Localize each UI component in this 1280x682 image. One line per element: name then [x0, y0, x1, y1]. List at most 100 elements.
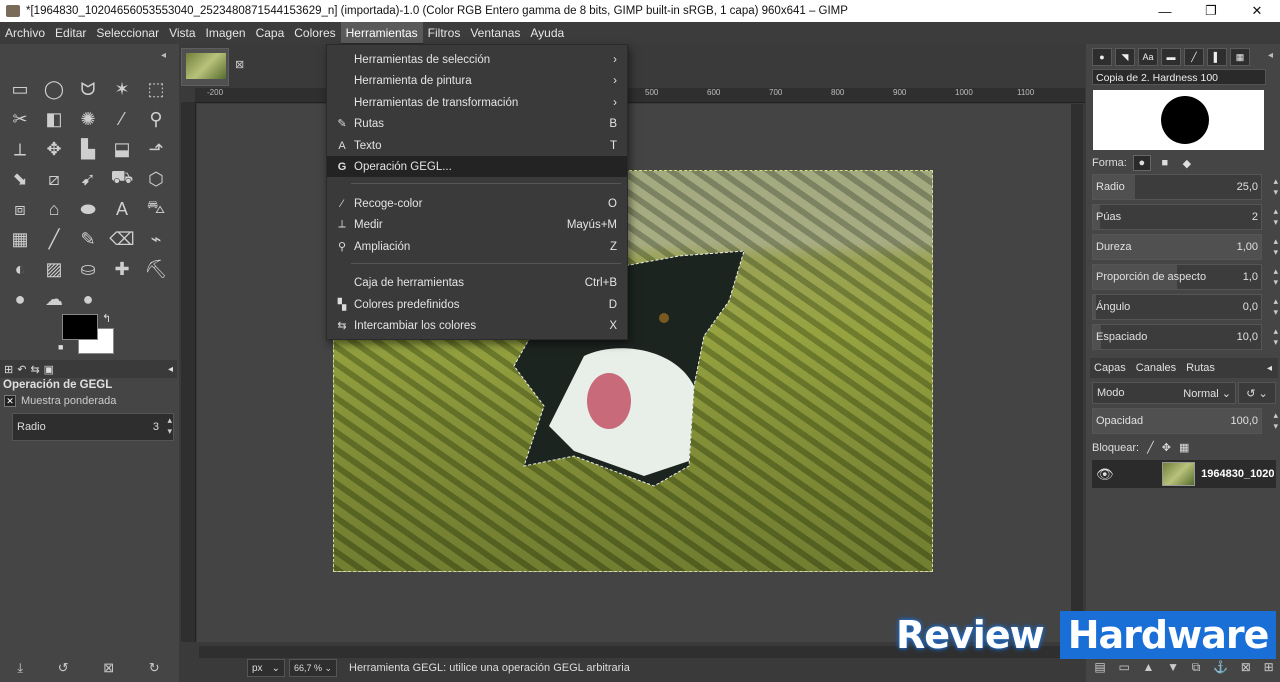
- tool-icon[interactable]: ⚲: [139, 104, 173, 134]
- tab-channels[interactable]: Canales: [1136, 362, 1176, 374]
- menu-item-text[interactable]: A Texto T: [327, 135, 627, 156]
- layers-menu-arrow-icon[interactable]: ◂: [1267, 363, 1272, 374]
- brush-slider[interactable]: Proporción de aspecto 1,0: [1092, 264, 1262, 290]
- slider-spin-arrows-icon[interactable]: ▴ ▾: [1273, 176, 1278, 198]
- brushes-tab-icon[interactable]: ●: [1092, 48, 1112, 66]
- radius-value[interactable]: 3: [153, 421, 159, 433]
- new-layer-icon[interactable]: ▭: [1118, 660, 1129, 674]
- palettes-tab-icon[interactable]: ▦: [1230, 48, 1250, 66]
- brush-name-field[interactable]: Copia de 2. Hardness 100: [1092, 69, 1266, 85]
- brush-slider[interactable]: Espaciado 10,0: [1092, 324, 1262, 350]
- undo-history-tab-icon[interactable]: ↶: [17, 363, 26, 376]
- sample-average-option[interactable]: ✕ Muestra ponderada: [4, 395, 116, 407]
- brush-slider[interactable]: Ángulo 0,0: [1092, 294, 1262, 320]
- tool-icon[interactable]: ▨: [37, 254, 71, 284]
- tool-icon[interactable]: ✎: [71, 224, 105, 254]
- menu-item-color-picker[interactable]: ⁄ Recoge-color O: [327, 193, 627, 214]
- brush-slider[interactable]: Dureza 1,00: [1092, 234, 1262, 260]
- tool-icon[interactable]: ⧈: [3, 194, 37, 224]
- menu-ventanas[interactable]: Ventanas: [465, 22, 525, 44]
- maximize-button[interactable]: ❐: [1188, 0, 1234, 22]
- layer-mode-select[interactable]: Modo Normal ⌄: [1092, 382, 1236, 404]
- tool-icon[interactable]: ◐: [3, 254, 37, 284]
- dock-menu-arrow-icon[interactable]: ◂: [1268, 50, 1273, 61]
- menu-archivo[interactable]: Archivo: [0, 22, 50, 44]
- tool-icon[interactable]: ⌂: [37, 194, 71, 224]
- tool-icon[interactable]: ✥: [37, 134, 71, 164]
- brush-slider[interactable]: Radio 25,0: [1092, 174, 1262, 200]
- device-status-tab-icon[interactable]: ⇆: [30, 363, 39, 376]
- tool-icon[interactable]: ▙: [71, 134, 105, 164]
- image-tab[interactable]: [181, 48, 229, 86]
- tool-icon[interactable]: ⌁: [139, 224, 173, 254]
- menu-item-zoom[interactable]: ⚲ Ampliación Z: [327, 236, 627, 257]
- tool-icon[interactable]: ✺: [71, 104, 105, 134]
- tool-icon[interactable]: ●: [71, 284, 105, 314]
- menu-item-transform-tools[interactable]: Herramientas de transformación ›: [327, 92, 627, 113]
- tool-icon[interactable]: ⧄: [37, 164, 71, 194]
- tool-icon[interactable]: ᗢ: [71, 74, 105, 104]
- tool-icon[interactable]: ⬓: [105, 134, 139, 164]
- tool-icon[interactable]: ⛏: [139, 254, 173, 284]
- menu-item-paths[interactable]: ✎ Rutas B: [327, 113, 627, 134]
- sample-average-checkbox[interactable]: ✕: [4, 395, 16, 407]
- anchor-layer-icon[interactable]: ⚓: [1213, 660, 1228, 674]
- menu-colores[interactable]: Colores: [289, 22, 340, 44]
- circle-shape-icon[interactable]: ●: [1132, 155, 1151, 171]
- tool-icon[interactable]: ⛀: [71, 254, 105, 284]
- slider-spin-arrows-icon[interactable]: ▴ ▾: [1273, 266, 1278, 288]
- menu-item-swap-colors[interactable]: ⇆ Intercambiar los colores X: [327, 315, 627, 336]
- menu-item-selection-tools[interactable]: Herramientas de selección ›: [327, 49, 627, 70]
- visibility-eye-icon[interactable]: 👁: [1092, 466, 1118, 483]
- layer-row[interactable]: 👁 1964830_1020: [1092, 460, 1276, 488]
- slider-spin-arrows-icon[interactable]: ▴ ▾: [1273, 326, 1278, 348]
- tool-icon[interactable]: A: [105, 194, 139, 224]
- slider-spin-arrows-icon[interactable]: ▴ ▾: [1273, 296, 1278, 318]
- menu-item-default-colors[interactable]: ▚ Colores predefinidos D: [327, 294, 627, 315]
- tool-icon[interactable]: ⬊: [3, 164, 37, 194]
- images-tab-icon[interactable]: ▣: [44, 363, 54, 376]
- add-mask-icon[interactable]: ⊞: [1264, 660, 1274, 674]
- restore-options-icon[interactable]: ↺: [58, 660, 69, 676]
- new-layer-group-icon[interactable]: ▤: [1094, 660, 1105, 674]
- raise-layer-icon[interactable]: ▲: [1143, 660, 1155, 674]
- tool-icon[interactable]: ✚: [105, 254, 139, 284]
- menu-editar[interactable]: Editar: [50, 22, 91, 44]
- tab-layers[interactable]: Capas: [1094, 362, 1126, 374]
- menu-item-toolbox[interactable]: Caja de herramientas Ctrl+B: [327, 272, 627, 293]
- lock-alpha-icon[interactable]: ▦: [1179, 441, 1189, 454]
- swap-colors-icon[interactable]: ↰: [102, 312, 111, 325]
- tool-icon[interactable]: ⬡: [139, 164, 173, 194]
- paint-dynamics-tab-icon[interactable]: ╱: [1184, 48, 1204, 66]
- slider-spin-arrows-icon[interactable]: ▴ ▾: [1273, 206, 1278, 228]
- mode-group-select[interactable]: ↺ ⌄: [1238, 382, 1276, 404]
- tool-icon[interactable]: ▭: [3, 74, 37, 104]
- layer-name[interactable]: 1964830_1020: [1201, 468, 1276, 480]
- reset-options-icon[interactable]: ↻: [149, 660, 160, 676]
- patterns-tab-icon[interactable]: ◥: [1115, 48, 1135, 66]
- options-panel-menu-icon[interactable]: ◂: [168, 364, 173, 375]
- document-history-tab-icon[interactable]: ▬: [1161, 48, 1181, 66]
- lock-position-icon[interactable]: ✥: [1162, 441, 1171, 454]
- fonts-tab-icon[interactable]: Aa: [1138, 48, 1158, 66]
- radius-spin-arrows-icon[interactable]: ▴ ▾: [167, 415, 172, 437]
- tool-icon[interactable]: ✂: [3, 104, 37, 134]
- vertical-scrollbar[interactable]: [1071, 104, 1083, 642]
- tool-icon[interactable]: ⬚: [139, 74, 173, 104]
- close-image-tab-icon[interactable]: ⊠: [235, 58, 244, 71]
- tool-icon[interactable]: ⁄: [105, 104, 139, 134]
- tool-icon[interactable]: ●: [3, 284, 37, 314]
- lock-pixels-icon[interactable]: ╱: [1147, 441, 1154, 454]
- tool-icon[interactable]: ✶: [105, 74, 139, 104]
- duplicate-layer-icon[interactable]: ⧉: [1192, 660, 1201, 675]
- tool-icon[interactable]: ⛟: [105, 164, 139, 194]
- menu-vista[interactable]: Vista: [164, 22, 200, 44]
- tool-options-tab-icon[interactable]: ⊞: [4, 363, 13, 376]
- opacity-spin-arrows-icon[interactable]: ▴ ▾: [1273, 410, 1278, 432]
- tool-icon[interactable]: ⬏: [139, 134, 173, 164]
- square-shape-icon[interactable]: ■: [1157, 156, 1173, 170]
- delete-options-icon[interactable]: ⊠: [103, 660, 114, 676]
- zoom-select[interactable]: 66,7 % ⌄: [289, 659, 337, 677]
- minimize-button[interactable]: —: [1142, 0, 1188, 22]
- menu-herramientas[interactable]: Herramientas: [340, 22, 423, 44]
